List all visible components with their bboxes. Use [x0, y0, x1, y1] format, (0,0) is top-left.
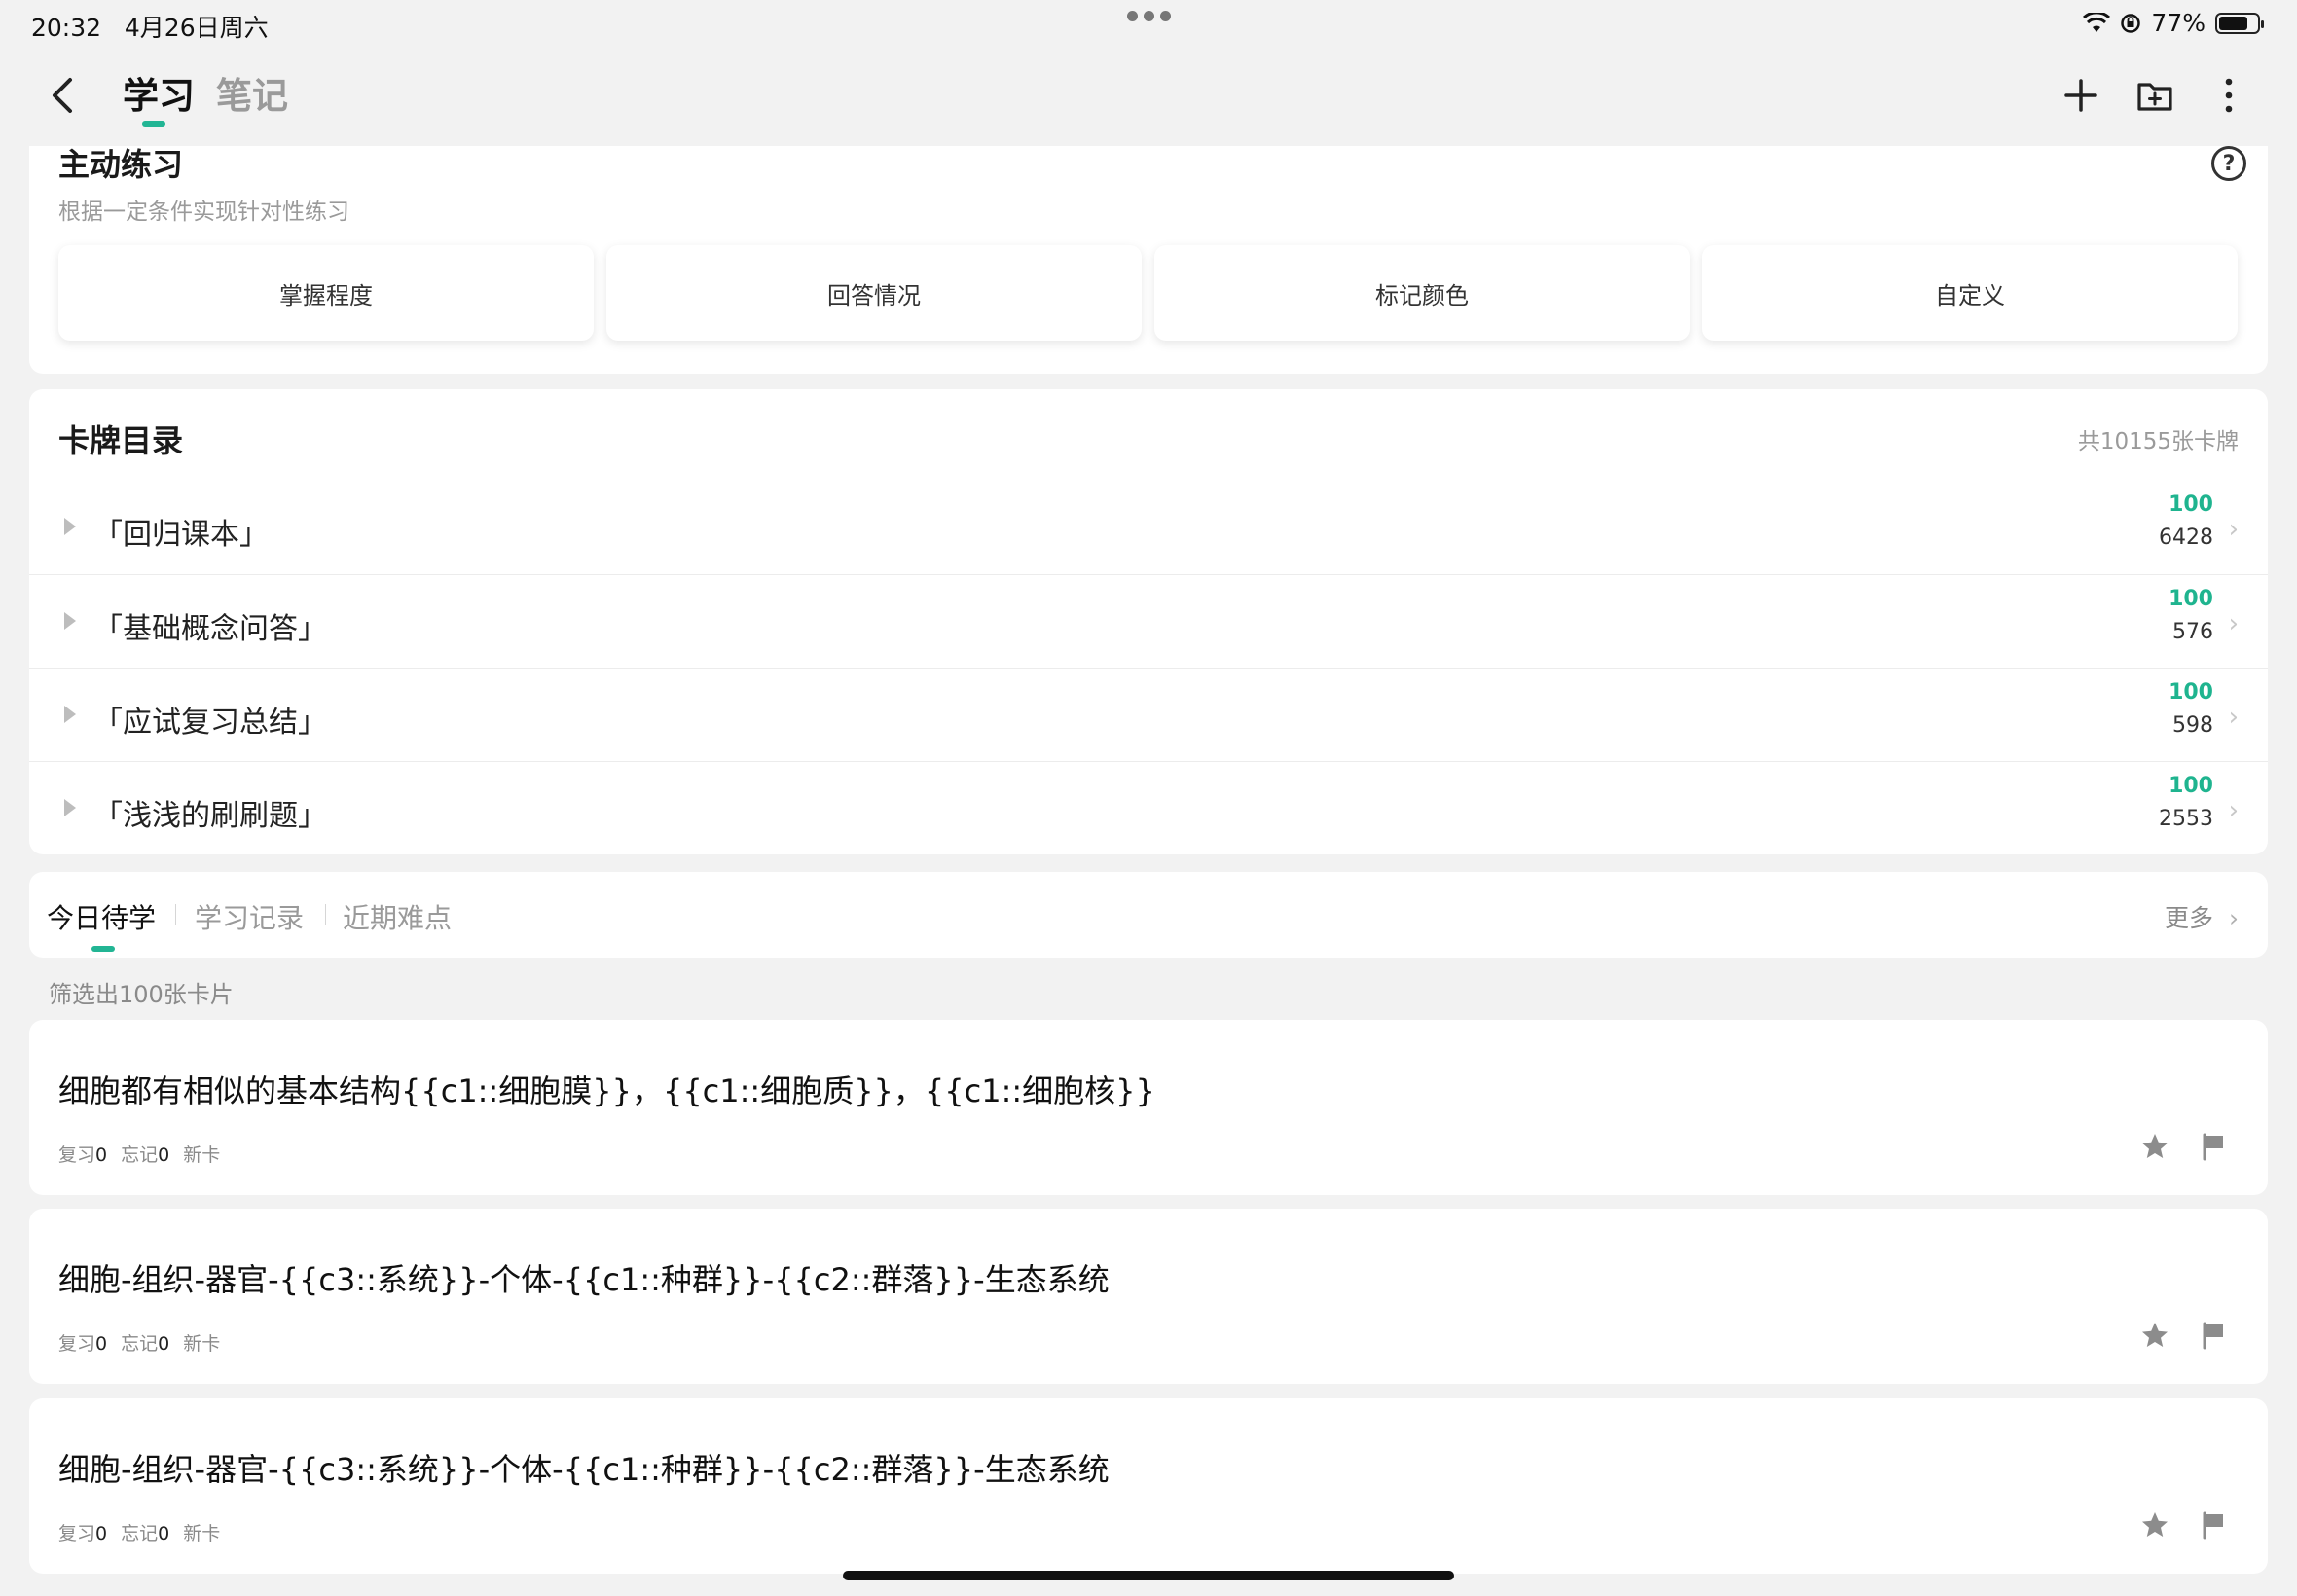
card-stats: 复习0 忘记0 新卡 [58, 1519, 220, 1545]
status-date: 4月26日周六 [124, 14, 269, 42]
card-state: 新卡 [183, 1333, 221, 1355]
deck-due-count: 100 [2169, 587, 2213, 611]
catalog-title: 卡牌目录 [58, 422, 184, 459]
back-button[interactable] [43, 70, 82, 121]
catalog-total: 共10155张卡牌 [2077, 429, 2239, 454]
deck-row[interactable]: 「浅浅的刷刷题」 100 2553 › [29, 761, 2268, 854]
multitasking-dots-icon[interactable] [1127, 11, 1171, 21]
custom-button[interactable]: 自定义 [1702, 245, 2238, 341]
deck-row[interactable]: 「回归课本」 100 6428 › [29, 481, 2268, 574]
tab-notes[interactable]: 笔记 [216, 66, 288, 119]
card-question: 细胞都有相似的基本结构{{c1::细胞膜}}，{{c1::细胞质}}，{{c1:… [58, 1072, 1155, 1109]
chevron-right-icon: › [2228, 703, 2239, 732]
more-link[interactable]: 更多 › [2165, 899, 2239, 934]
deck-total-count: 6428 [2159, 526, 2213, 550]
deck-row[interactable]: 「应试复习总结」 100 598 › [29, 668, 2268, 761]
add-button[interactable] [2056, 70, 2106, 121]
back-icon [53, 78, 72, 113]
top-navigation-bar: 学习 笔记 [0, 45, 2297, 146]
card-state: 新卡 [183, 1523, 221, 1544]
deck-total-count: 2553 [2159, 807, 2213, 831]
card-stats: 复习0 忘记0 新卡 [58, 1141, 220, 1167]
study-card[interactable]: 细胞-组织-器官-{{c3::系统}}-个体-{{c1::种群}}-{{c2::… [29, 1398, 2268, 1574]
tab-divider [325, 904, 326, 925]
deck-due-count: 100 [2169, 492, 2213, 517]
card-stats: 复习0 忘记0 新卡 [58, 1329, 220, 1356]
expand-triangle-icon[interactable] [64, 612, 76, 630]
more-options-button[interactable] [2204, 70, 2254, 121]
active-tab-indicator [142, 121, 165, 127]
active-tab-indicator [91, 946, 115, 952]
chevron-right-icon: › [2229, 904, 2239, 932]
card-question: 细胞-组织-器官-{{c3::系统}}-个体-{{c1::种群}}-{{c2::… [58, 1261, 1110, 1298]
study-card[interactable]: 细胞-组织-器官-{{c3::系统}}-个体-{{c1::种群}}-{{c2::… [29, 1209, 2268, 1384]
new-folder-button[interactable] [2130, 70, 2180, 121]
status-bar: 20:32 4月26日周六 77% [0, 0, 2297, 45]
deck-row[interactable]: 「基础概念问答」 100 576 › [29, 574, 2268, 668]
card-state: 新卡 [183, 1144, 221, 1166]
tab-divider [175, 904, 176, 925]
status-time: 20:32 4月26日周六 [31, 14, 269, 42]
deck-total-count: 598 [2172, 713, 2213, 738]
deck-catalog: 卡牌目录 共10155张卡牌 「回归课本」 100 6428 › 「基础概念问答… [29, 389, 2268, 854]
deck-name: 「应试复习总结」 [93, 706, 327, 740]
help-icon[interactable]: ? [2211, 146, 2246, 181]
chevron-right-icon: › [2228, 609, 2239, 638]
practice-title: 主动练习 [58, 146, 184, 183]
deck-name: 「基础概念问答」 [93, 612, 327, 646]
star-icon[interactable] [2139, 1131, 2170, 1162]
study-tabs-bar: 今日待学 学习记录 近期难点 更多 › [29, 872, 2268, 958]
tab-study-history[interactable]: 学习记录 [195, 897, 304, 936]
deck-due-count: 100 [2169, 774, 2213, 798]
active-practice-card: 主动练习 根据一定条件实现针对性练习 ? 掌握程度 回答情况 标记颜色 自定义 [29, 146, 2268, 374]
battery-percent: 77% [2151, 9, 2206, 37]
deck-name: 「回归课本」 [93, 518, 269, 552]
card-question: 细胞-组织-器官-{{c3::系统}}-个体-{{c1::种群}}-{{c2::… [58, 1451, 1110, 1488]
tab-today-to-learn[interactable]: 今日待学 [47, 897, 156, 936]
chevron-right-icon: › [2228, 515, 2239, 544]
flag-icon[interactable] [2198, 1320, 2229, 1351]
tab-recent-difficult[interactable]: 近期难点 [343, 897, 452, 936]
tab-study[interactable]: 学习 [123, 66, 195, 127]
orientation-lock-icon [2121, 13, 2141, 33]
study-card[interactable]: 细胞都有相似的基本结构{{c1::细胞膜}}，{{c1::细胞质}}，{{c1:… [29, 1020, 2268, 1195]
chevron-right-icon: › [2228, 796, 2239, 825]
deck-total-count: 576 [2172, 620, 2213, 644]
expand-triangle-icon[interactable] [64, 706, 76, 723]
more-vertical-icon [2225, 78, 2233, 113]
star-icon[interactable] [2139, 1320, 2170, 1351]
practice-subtitle: 根据一定条件实现针对性练习 [58, 200, 349, 225]
battery-icon [2215, 12, 2264, 34]
answer-status-button[interactable]: 回答情况 [606, 245, 1142, 341]
flag-icon[interactable] [2198, 1509, 2229, 1541]
mastery-level-button[interactable]: 掌握程度 [58, 245, 594, 341]
expand-triangle-icon[interactable] [64, 518, 76, 535]
deck-due-count: 100 [2169, 680, 2213, 705]
home-indicator[interactable] [843, 1571, 1454, 1580]
wifi-icon [2083, 12, 2111, 32]
flag-icon[interactable] [2198, 1131, 2229, 1162]
expand-triangle-icon[interactable] [64, 799, 76, 816]
deck-name: 「浅浅的刷刷题」 [93, 799, 327, 833]
new-folder-icon [2137, 83, 2172, 111]
mark-color-button[interactable]: 标记颜色 [1154, 245, 1690, 341]
filter-result-text: 筛选出100张卡片 [49, 981, 234, 1008]
star-icon[interactable] [2139, 1509, 2170, 1541]
add-icon [2064, 79, 2097, 112]
